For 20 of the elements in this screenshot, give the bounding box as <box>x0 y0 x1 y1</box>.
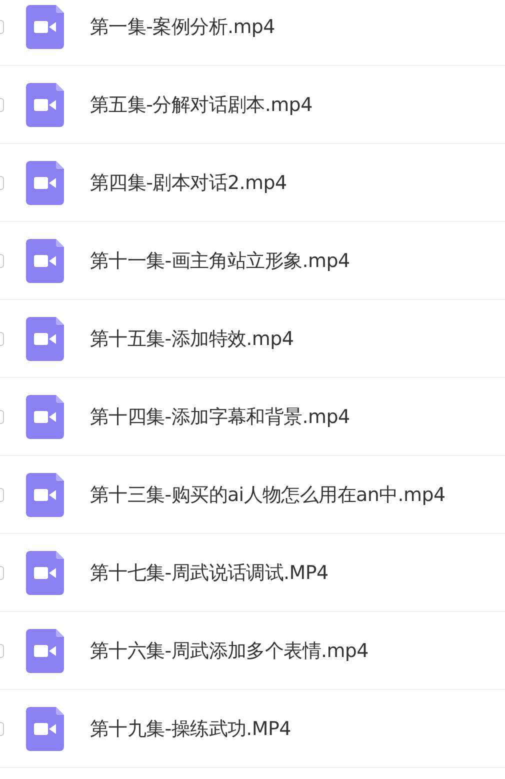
video-file-icon <box>26 472 64 516</box>
file-name[interactable]: 第五集-分解对话剧本.mp4 <box>90 92 312 118</box>
file-name[interactable]: 第十七集-周武说话调试.MP4 <box>90 560 328 586</box>
video-file-icon <box>26 394 64 438</box>
file-name[interactable]: 第十三集-购买的ai人物怎么用在an中.mp4 <box>90 482 446 508</box>
video-file-icon <box>26 238 64 282</box>
file-name[interactable]: 第十五集-添加特效.mp4 <box>90 326 294 352</box>
file-name[interactable]: 第十六集-周武添加多个表情.mp4 <box>90 638 368 664</box>
video-file-icon <box>26 706 64 750</box>
video-file-icon <box>26 4 64 48</box>
file-name[interactable]: 第十四集-添加字幕和背景.mp4 <box>90 404 350 430</box>
video-file-icon <box>26 160 64 204</box>
file-name[interactable]: 第十一集-画主角站立形象.mp4 <box>90 248 350 274</box>
video-file-icon <box>26 82 64 126</box>
file-name[interactable]: 第一集-案例分析.mp4 <box>90 14 275 40</box>
file-name[interactable]: 第四集-剧本对话2.mp4 <box>90 170 287 196</box>
video-file-icon <box>26 316 64 360</box>
video-file-icon <box>26 628 64 672</box>
video-file-icon <box>26 550 64 594</box>
file-name[interactable]: 第十九集-操练武功.MP4 <box>90 716 291 742</box>
